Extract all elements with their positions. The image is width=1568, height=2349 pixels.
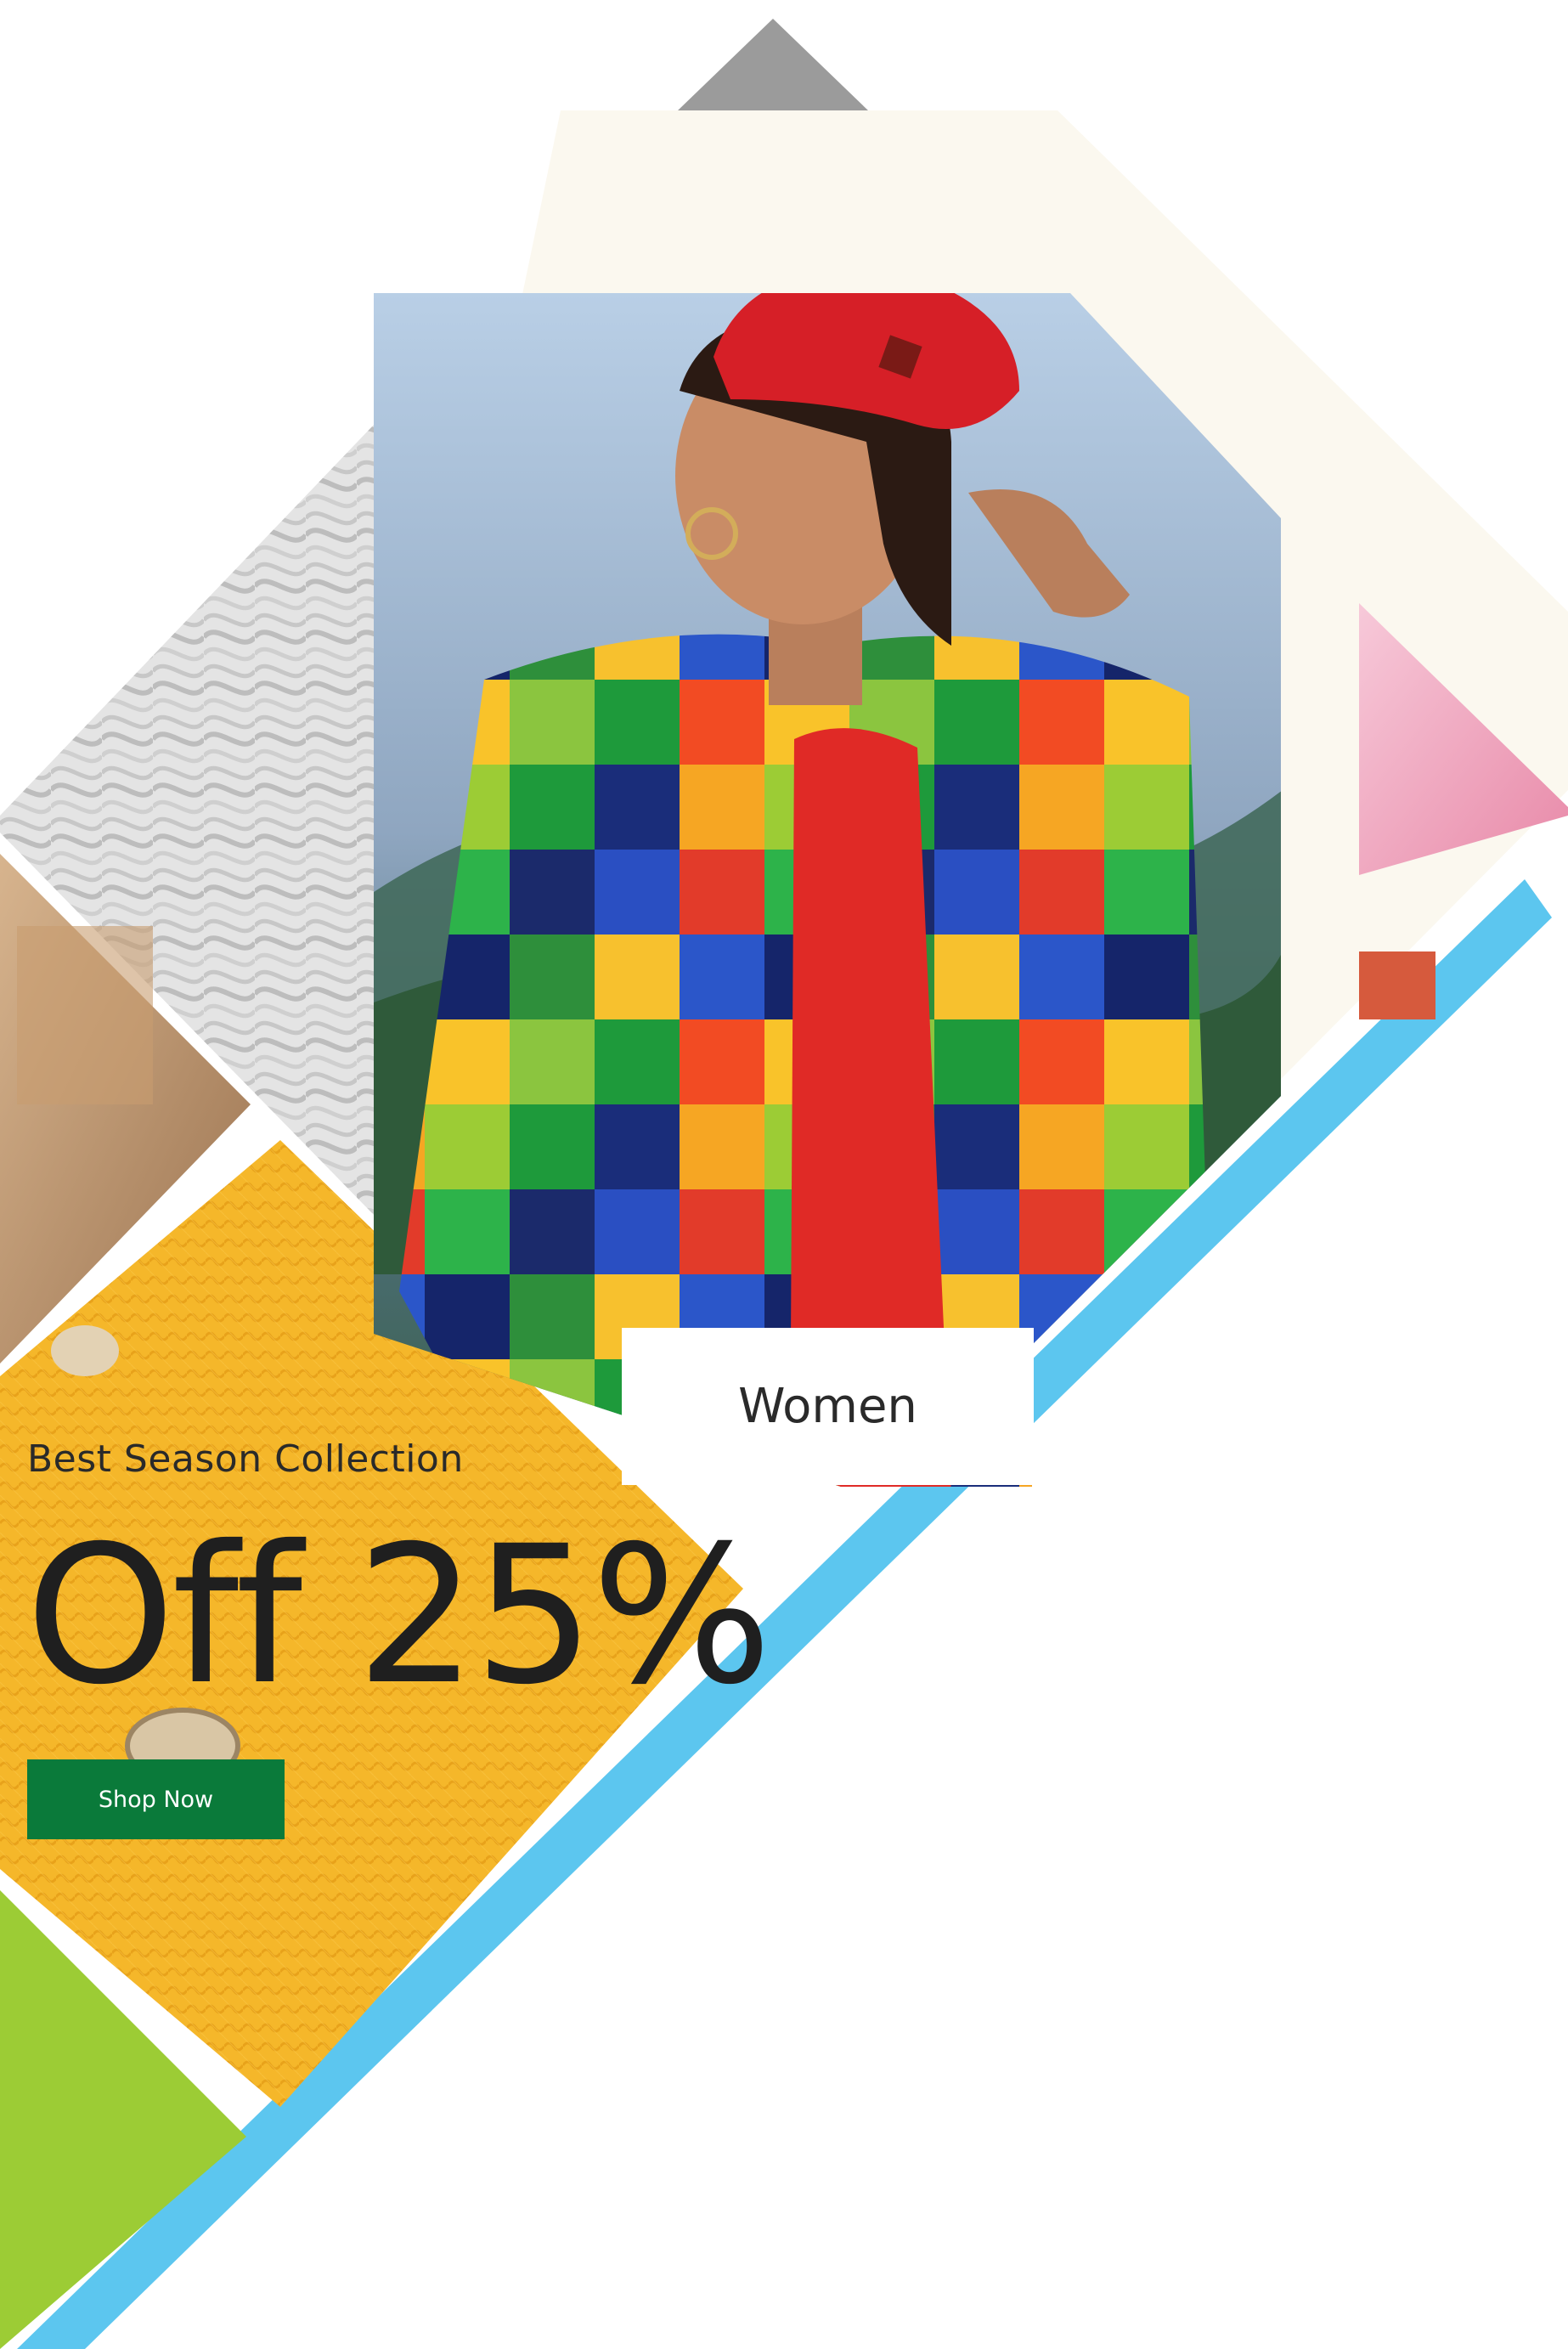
shop-now-button[interactable]: Shop Now (27, 1759, 285, 1839)
gray-triangle (678, 19, 868, 110)
promo-headline: Off 25% (25, 1505, 772, 1726)
category-women-label[interactable]: Women (622, 1328, 1034, 1485)
collage-scene (0, 19, 1568, 2349)
promo-tagline: Best Season Collection (27, 1437, 464, 1481)
